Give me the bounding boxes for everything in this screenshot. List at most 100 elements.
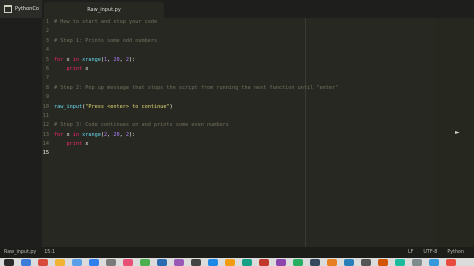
- dock-app-icon[interactable]: [327, 258, 337, 266]
- dock-app-icon[interactable]: [395, 258, 405, 266]
- dock-app-icon[interactable]: [174, 258, 184, 266]
- dock: [0, 258, 474, 266]
- dock-app-icon[interactable]: [259, 258, 269, 266]
- code-token: xrange: [82, 56, 101, 63]
- code-line[interactable]: 3 # Step 1: Prints some odd numbers: [42, 37, 474, 46]
- code-line[interactable]: 6 print x: [42, 65, 474, 74]
- status-bar: Raw_input.py 15:1 LF UTF-8 Python: [0, 247, 474, 258]
- dock-app-icon[interactable]: [412, 258, 422, 266]
- code-token: # Step 2: Pop up message that stops the …: [54, 84, 339, 91]
- status-encoding[interactable]: UTF-8: [423, 250, 437, 255]
- line-code: for x in xrange(2, 20, 2):: [54, 131, 135, 140]
- code-lines: 1 # How to start and stop your code 2 3 # St…: [42, 18, 474, 159]
- dock-app-icon[interactable]: [106, 258, 116, 266]
- code-token: x: [63, 131, 73, 138]
- dock-app-icon[interactable]: [310, 258, 320, 266]
- code-token: # Step 3: Code continues on and prints s…: [54, 122, 229, 129]
- code-token: ):: [129, 56, 136, 63]
- dock-app-icon[interactable]: [21, 258, 31, 266]
- code-token: x: [82, 65, 89, 72]
- line-number: 13: [42, 131, 49, 138]
- code-line[interactable]: 5 for x in xrange(1, 20, 2):: [42, 56, 474, 65]
- dock-app-icon[interactable]: [242, 258, 252, 266]
- dock-app-icon[interactable]: [157, 258, 167, 266]
- dock-app-icon[interactable]: [446, 258, 456, 266]
- dock-app-icon[interactable]: [344, 258, 354, 266]
- line-number: 12: [42, 122, 49, 129]
- line-code: print x: [54, 65, 89, 74]
- code-token: print: [66, 65, 83, 72]
- code-line[interactable]: 4: [42, 46, 474, 55]
- code-token: # How to start and stop your code: [54, 19, 158, 25]
- code-token: raw_input: [54, 103, 83, 110]
- dock-app-icon[interactable]: [293, 258, 303, 266]
- line-number: 14: [42, 141, 49, 148]
- line-number: 5: [45, 56, 49, 63]
- dock-app-icon[interactable]: [361, 258, 371, 266]
- code-editor[interactable]: 1 # How to start and stop your code 2 3 # St…: [42, 18, 474, 247]
- line-code: # Step 2: Pop up message that stops the …: [54, 84, 338, 93]
- status-syntax[interactable]: Python: [447, 250, 464, 255]
- dock-app-icon[interactable]: [378, 258, 388, 266]
- line-number: 6: [45, 65, 49, 72]
- line-code: raw_input("Press <enter> to continue"): [54, 103, 173, 112]
- editor-window: PythonCo Raw_input.py 1 # How to start an…: [0, 0, 474, 258]
- dock-app-icon[interactable]: [38, 258, 48, 266]
- code-line[interactable]: 8 # Step 2: Pop up message that stops the…: [42, 84, 474, 93]
- line-number: 10: [42, 103, 49, 110]
- code-token: xrange: [82, 131, 101, 138]
- code-token: ):: [129, 131, 136, 138]
- code-token: for: [54, 56, 64, 63]
- code-line[interactable]: 1 # How to start and stop your code: [42, 18, 474, 27]
- code-line[interactable]: 9: [42, 93, 474, 102]
- line-number: 15: [42, 150, 49, 157]
- status-file: Raw_input.py: [4, 250, 37, 255]
- code-line[interactable]: 2: [42, 27, 474, 36]
- tab-bar: PythonCo Raw_input.py: [0, 0, 474, 18]
- code-line[interactable]: 12 # Step 3: Code continues on and prints…: [42, 121, 474, 130]
- code-line[interactable]: 14 print x: [42, 140, 474, 149]
- code-line[interactable]: 10 raw_input("Press <enter> to continue"): [42, 103, 474, 112]
- line-number: 7: [45, 75, 49, 82]
- line-code: # Step 1: Prints some odd numbers: [54, 37, 157, 46]
- tab-raw-input[interactable]: Raw_input.py: [44, 2, 164, 18]
- line-number: 2: [45, 28, 49, 35]
- dock-app-icon[interactable]: [276, 258, 286, 266]
- line-code: # Step 3: Code continues on and prints s…: [54, 121, 229, 130]
- code-token: ): [169, 103, 173, 110]
- code-line[interactable]: 11: [42, 112, 474, 121]
- status-position: 15:1: [44, 250, 56, 255]
- line-number: 8: [45, 84, 49, 91]
- sidebar: [0, 18, 43, 247]
- line-number: 9: [45, 94, 49, 101]
- code-token: x: [82, 141, 89, 148]
- line-number: 3: [45, 37, 49, 44]
- dock-app-icon[interactable]: [72, 258, 82, 266]
- dock-app-icon[interactable]: [55, 258, 65, 266]
- code-token: print: [66, 141, 83, 148]
- dock-app-icon[interactable]: [140, 258, 150, 266]
- dock-app-icon[interactable]: [225, 258, 235, 266]
- code-token: for: [54, 131, 64, 138]
- sidebar-project-header[interactable]: PythonCo: [0, 0, 42, 18]
- fold-arrow-icon[interactable]: ►: [455, 129, 460, 136]
- line-code: print x: [54, 140, 89, 149]
- line-number: 1: [45, 19, 49, 25]
- code-token: x: [63, 56, 73, 63]
- code-line[interactable]: 7: [42, 74, 474, 83]
- dock-app-icon[interactable]: [123, 258, 133, 266]
- status-line-ending[interactable]: LF: [408, 250, 413, 255]
- code-token: "Press <enter> to continue": [85, 103, 170, 110]
- code-line[interactable]: 15: [42, 149, 474, 158]
- tab-label: Raw_input.py: [87, 7, 121, 13]
- dock-app-icon[interactable]: [191, 258, 201, 266]
- code-line[interactable]: 13 for x in xrange(2, 20, 2):: [42, 131, 474, 140]
- dock-app-icon[interactable]: [208, 258, 218, 266]
- dock-app-icon[interactable]: [4, 258, 14, 266]
- line-number: 4: [45, 47, 49, 54]
- dock-app-icon[interactable]: [89, 258, 99, 266]
- folder-icon: [4, 5, 12, 13]
- line-code: for x in xrange(1, 20, 2):: [54, 56, 135, 65]
- dock-app-icon[interactable]: [429, 258, 439, 266]
- line-number: 11: [42, 112, 49, 119]
